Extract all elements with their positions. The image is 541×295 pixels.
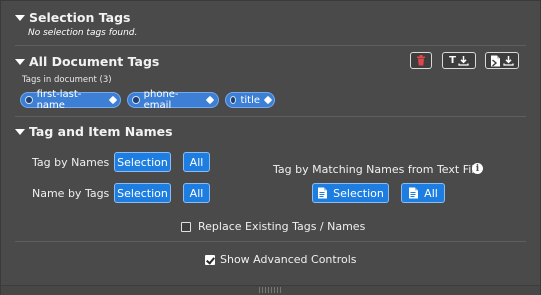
- tag-chip-label: first-last-name: [36, 89, 82, 111]
- collapse-triangle-icon[interactable]: [15, 59, 25, 65]
- text-t-icon: T: [449, 55, 456, 66]
- info-icon[interactable]: i: [472, 163, 483, 174]
- export-tags-text-button[interactable]: T: [442, 52, 476, 69]
- name-by-tags-all-button[interactable]: All: [183, 183, 210, 203]
- show-advanced-checkbox[interactable]: [205, 255, 215, 265]
- tag-panel: Selection Tags No selection tags found. …: [0, 0, 541, 295]
- section-divider: [15, 241, 526, 242]
- matching-file-label: Tag by Matching Names from Text File: [273, 163, 482, 176]
- selection-tags-header[interactable]: Selection Tags: [15, 10, 131, 25]
- section-divider: [15, 45, 526, 46]
- tag-chip-label: phone-email: [143, 89, 179, 111]
- tag-item-names-header[interactable]: Tag and Item Names: [15, 124, 173, 139]
- tag-icon: [206, 96, 214, 104]
- tag-chip[interactable]: title: [225, 92, 275, 108]
- name-by-tags-label: Name by Tags: [32, 187, 110, 200]
- collapse-triangle-icon[interactable]: [15, 129, 25, 135]
- tag-icon: [109, 96, 116, 104]
- tag-dot-icon: [230, 96, 237, 104]
- tag-chip[interactable]: phone-email: [127, 89, 219, 111]
- show-advanced-label: Show Advanced Controls: [220, 253, 357, 266]
- text-file-icon: [318, 187, 328, 199]
- button-label: Selection: [117, 186, 168, 200]
- name-by-tags-selection-button[interactable]: Selection: [114, 183, 171, 203]
- download-icon: [458, 56, 469, 66]
- trash-icon: [417, 55, 425, 66]
- replace-existing-checkbox[interactable]: [181, 222, 191, 232]
- button-label: All: [189, 155, 204, 169]
- tag-dot-icon: [25, 96, 33, 104]
- tag-item-names-title: Tag and Item Names: [29, 124, 173, 139]
- tag-icon: [264, 96, 270, 104]
- tag-chip[interactable]: first-last-name: [20, 89, 121, 111]
- tag-by-names-selection-button[interactable]: Selection: [114, 152, 171, 172]
- all-document-tags-header[interactable]: All Document Tags: [15, 54, 159, 69]
- button-label: Selection: [333, 186, 384, 200]
- delete-tags-button[interactable]: [410, 52, 432, 69]
- replace-existing-label: Replace Existing Tags / Names: [198, 220, 366, 233]
- document-icon: [491, 55, 500, 67]
- export-tags-file-button[interactable]: [485, 52, 519, 69]
- resize-grip-icon[interactable]: [259, 287, 281, 293]
- selection-tags-title: Selection Tags: [29, 10, 131, 25]
- button-label: All: [424, 186, 438, 200]
- collapse-triangle-icon[interactable]: [15, 15, 25, 21]
- button-label: All: [189, 186, 204, 200]
- all-document-tags-title: All Document Tags: [29, 54, 160, 69]
- button-label: Selection: [117, 155, 168, 169]
- tag-dot-icon: [132, 96, 140, 104]
- tag-by-names-all-button[interactable]: All: [183, 152, 210, 172]
- download-icon: [503, 56, 514, 66]
- section-divider: [15, 116, 526, 117]
- selection-tags-empty-note: No selection tags found.: [28, 28, 138, 38]
- file-match-selection-button[interactable]: Selection: [312, 183, 389, 203]
- tag-by-names-label: Tag by Names: [32, 156, 110, 169]
- tags-count-label: Tags in document (3): [22, 75, 112, 85]
- text-file-icon: [409, 187, 419, 199]
- file-match-all-button[interactable]: All: [401, 183, 445, 203]
- tag-chip-label: title: [240, 94, 261, 106]
